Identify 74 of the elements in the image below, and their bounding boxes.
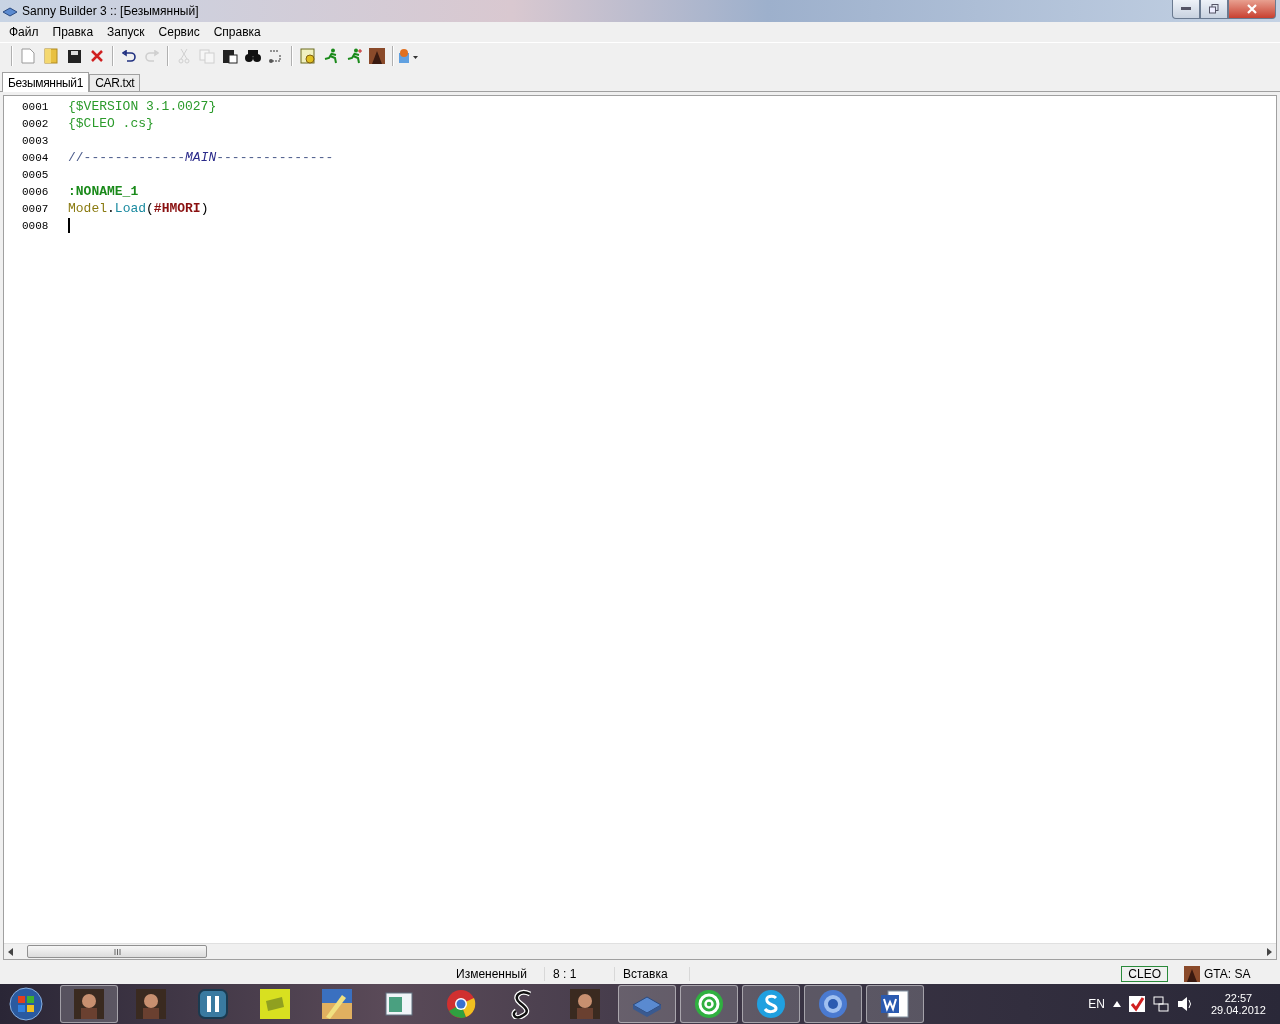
game-picture-icon: [369, 48, 385, 64]
save-icon: [66, 48, 82, 64]
menu-item[interactable]: Сервис: [151, 25, 207, 39]
running-man-icon: [323, 48, 339, 64]
scroll-left-arrow-icon[interactable]: [8, 947, 13, 956]
line-number: 0007: [21, 202, 50, 215]
paste-icon: [222, 48, 238, 64]
line-number: 0002: [21, 117, 50, 130]
restore-button[interactable]: [1200, 0, 1228, 19]
close-icon: [1246, 4, 1258, 14]
language-indicator[interactable]: EN: [1088, 997, 1105, 1011]
binoculars-icon: [245, 49, 261, 63]
close-icon: [90, 49, 104, 63]
close-button[interactable]: [1228, 0, 1276, 19]
minimize-icon: [1181, 7, 1191, 11]
redo-icon: [145, 50, 159, 62]
minimize-button[interactable]: [1172, 0, 1200, 19]
replace-icon: [268, 48, 284, 64]
line-number: 0008: [21, 219, 50, 232]
toolbar-button[interactable]: [366, 45, 388, 67]
line-number: 0006: [21, 185, 50, 198]
menu-item[interactable]: Запуск: [100, 25, 152, 39]
code-line: {$CLEO .cs}: [68, 116, 154, 131]
folder-icon: [43, 48, 59, 64]
running-man-icon: [346, 48, 362, 64]
modified-status: Измененный: [450, 967, 545, 981]
compiler-mode: CLEO: [1121, 966, 1168, 982]
taskbar-button[interactable]: [680, 985, 738, 1023]
chromium-icon: [818, 989, 848, 1019]
portrait-icon: [570, 989, 600, 1019]
menu-item[interactable]: Правка: [45, 25, 101, 39]
start-button[interactable]: [6, 984, 46, 1024]
game-icon: [1184, 966, 1200, 982]
menu-item[interactable]: Файл: [2, 25, 46, 39]
line-number: 0001: [21, 100, 50, 113]
volume-icon[interactable]: [1176, 996, 1193, 1012]
taskbar-button[interactable]: [742, 985, 800, 1023]
tools-dropdown-icon: [398, 48, 420, 64]
scissors-icon: [178, 48, 190, 64]
new-document-icon: [21, 48, 35, 64]
code-line: :NONAME_1: [68, 184, 139, 199]
horizontal-scrollbar[interactable]: [4, 943, 1276, 959]
sticker-icon: [260, 989, 290, 1019]
clock[interactable]: 22:57 29.04.2012: [1210, 992, 1266, 1016]
copy-icon: [199, 48, 215, 64]
brush-icon: [322, 989, 352, 1019]
line-number: 0003: [21, 134, 50, 147]
game-name: GTA: SA: [1204, 967, 1251, 981]
code-line: //-------------MAIN---------------: [68, 150, 334, 165]
menu-item[interactable]: Справка: [206, 25, 268, 39]
network-icon[interactable]: [1152, 996, 1169, 1012]
show-hidden-icons-icon[interactable]: [1112, 1001, 1121, 1007]
word-document-icon: [880, 989, 910, 1019]
code-line: {$VERSION 3.1.0027}: [68, 99, 217, 114]
undo-icon: [122, 50, 136, 62]
twin-bars-icon: [198, 989, 228, 1019]
tab[interactable]: CAR.txt: [89, 74, 141, 91]
cursor-position: 8 : 1: [545, 967, 615, 981]
chrome-icon: [446, 989, 476, 1019]
portrait-icon: [136, 989, 166, 1019]
line-number: 0005: [21, 168, 50, 181]
tab[interactable]: Безымянный1: [2, 72, 90, 92]
code-line: Model.Load(#HMORI): [68, 201, 209, 216]
scroll-right-arrow-icon[interactable]: [1267, 947, 1272, 956]
restore-icon: [1209, 4, 1219, 14]
line-number: 0004: [21, 151, 50, 164]
compile-icon: [300, 48, 316, 64]
scrollbar-thumb[interactable]: [27, 945, 207, 958]
window-title: Sanny Builder 3 :: [Безымянный]: [22, 4, 199, 18]
window-icon: [385, 992, 413, 1016]
portrait-icon: [74, 989, 104, 1019]
taskbar-button[interactable]: [866, 985, 924, 1023]
insert-mode: Вставка: [615, 967, 690, 981]
skype-icon: [756, 989, 786, 1019]
